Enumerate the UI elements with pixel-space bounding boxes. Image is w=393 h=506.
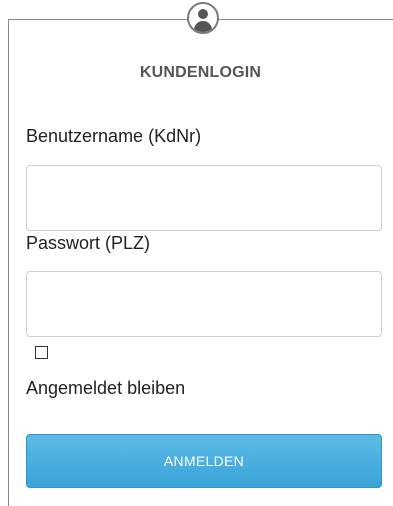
user-icon [187,2,219,34]
password-label: Passwort (PLZ) [26,233,151,253]
remember-me-label: Angemeldet bleiben [26,378,186,398]
password-input[interactable] [26,271,382,337]
remember-me-checkbox[interactable] [35,346,48,359]
username-label: Benutzername (KdNr) [26,126,202,146]
user-icon-head [198,9,208,19]
login-panel [8,19,393,506]
login-button[interactable]: ANMELDEN [26,434,382,488]
user-icon-body [194,21,212,32]
username-input[interactable] [26,165,382,231]
login-title: KUNDENLOGIN [139,64,262,81]
